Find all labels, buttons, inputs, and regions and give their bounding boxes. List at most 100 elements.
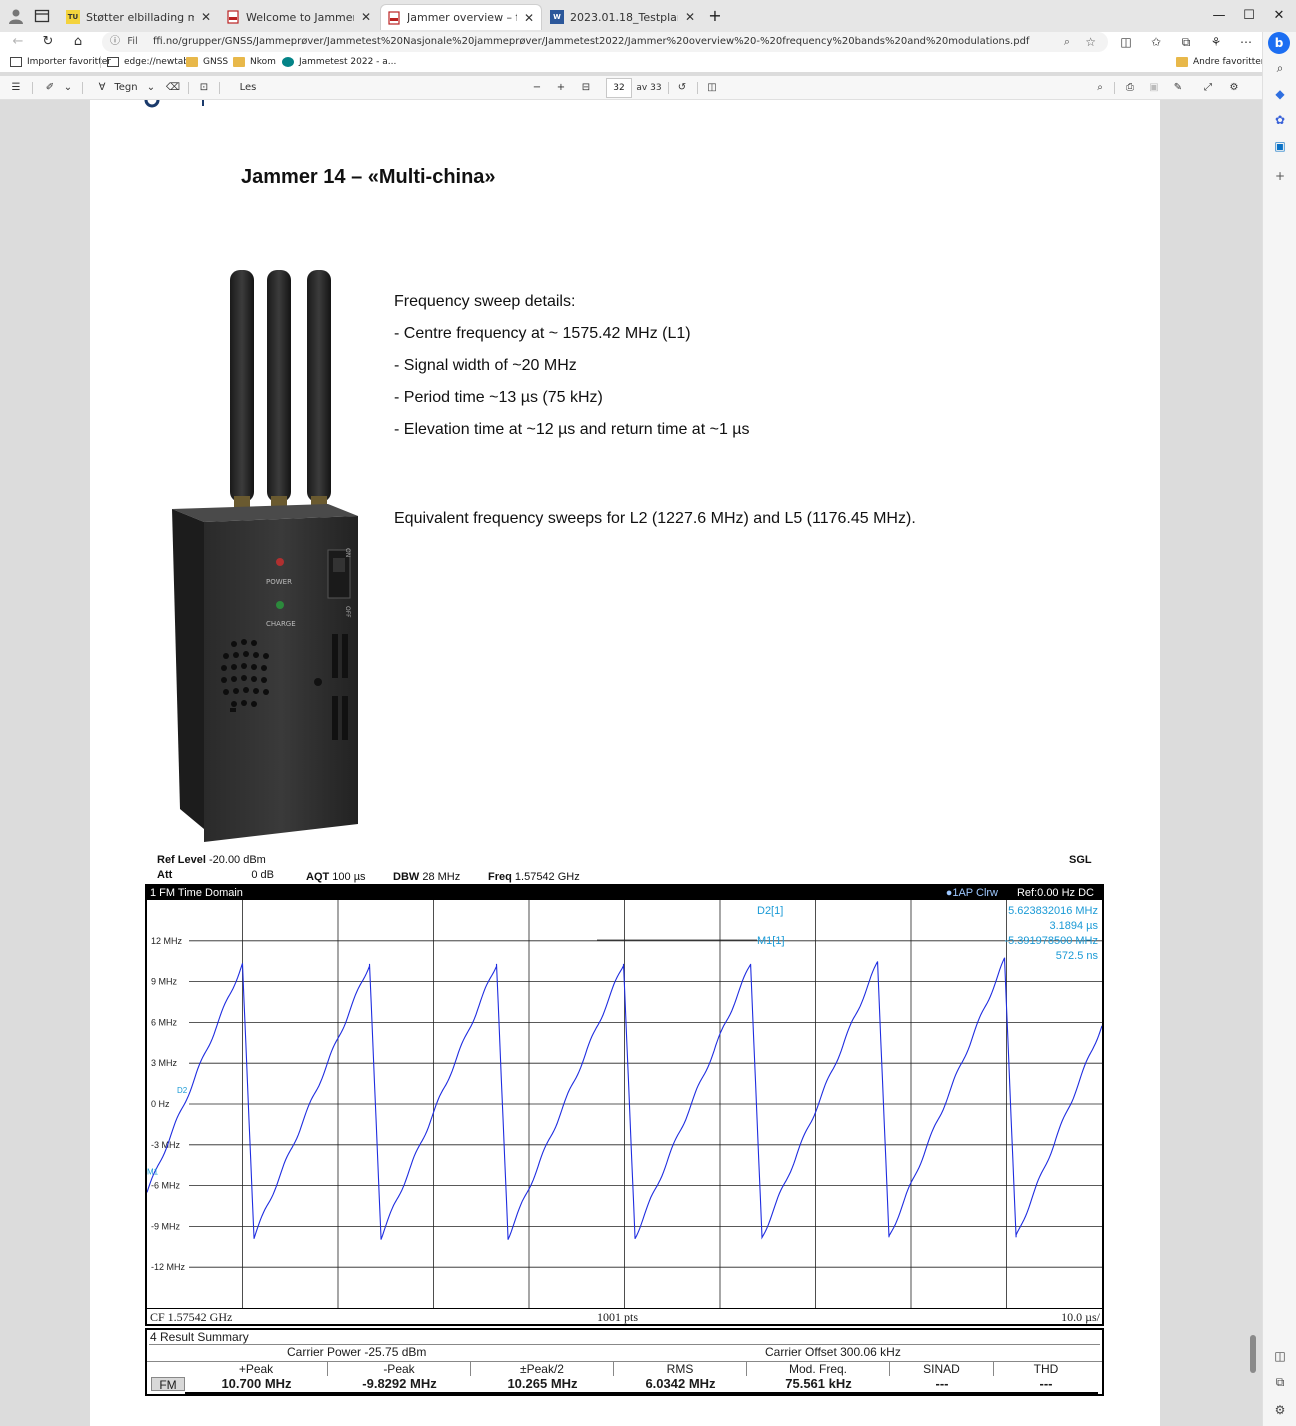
- page-view-icon[interactable]: ◫: [704, 76, 720, 100]
- tab-elbillading[interactable]: TU Støtter elbillading med solceller ✕: [60, 4, 218, 30]
- marker-value-time: 3.1894 µs: [1049, 920, 1098, 932]
- url-scheme: Fil: [127, 36, 138, 47]
- tab-title: Støtter elbillading med solceller: [86, 10, 194, 24]
- tab-testplan[interactable]: W 2023.01.18_Testplan for jammete ✕: [544, 4, 702, 30]
- external-link-icon[interactable]: ⧉: [1270, 1372, 1290, 1392]
- tab-welcome-pdf[interactable]: Welcome to Jammertest 2023.pdf ✕: [220, 4, 378, 30]
- column-header: ±Peak/2: [471, 1362, 614, 1376]
- column-header: Mod. Freq.: [747, 1362, 890, 1376]
- folder-icon: [186, 57, 198, 67]
- info-icon[interactable]: ⓘ: [110, 36, 120, 47]
- zoom-out-button[interactable]: −: [530, 76, 544, 100]
- minimize-button[interactable]: —: [1204, 6, 1234, 26]
- favorite-star-icon[interactable]: ☆: [1085, 32, 1096, 52]
- close-icon[interactable]: ✕: [200, 10, 212, 24]
- collections-icon[interactable]: ⧉: [1176, 32, 1196, 52]
- fav-newtab[interactable]: edge://newtab: [107, 55, 189, 69]
- save-icon[interactable]: ▣: [1146, 76, 1162, 100]
- close-icon[interactable]: ✕: [360, 10, 372, 24]
- settings-icon[interactable]: ⚙: [1226, 76, 1242, 100]
- close-icon[interactable]: ✕: [684, 10, 696, 24]
- att-value: 0 dB: [251, 869, 274, 881]
- divider: [185, 1392, 1098, 1394]
- split-screen-icon[interactable]: ◫: [1116, 32, 1136, 52]
- fav-nkom[interactable]: Nkom: [233, 55, 276, 69]
- contents-icon[interactable]: ☰: [8, 76, 24, 100]
- home-icon[interactable]: ⌂: [68, 32, 88, 52]
- zoom-in-button[interactable]: +: [554, 76, 568, 100]
- off-label: OFF: [344, 606, 351, 618]
- marker-m1-tag: M1: [147, 1168, 159, 1177]
- tools-icon[interactable]: ✿: [1270, 110, 1290, 130]
- text-icon[interactable]: ⊡: [196, 76, 212, 100]
- y-tick-label: -3 MHz: [151, 1140, 180, 1150]
- close-icon[interactable]: ✕: [523, 11, 535, 25]
- pdf-viewport[interactable]: Jammer 14 – «Multi-china» POWER CHARGE O…: [0, 100, 1262, 1426]
- url-field[interactable]: ⓘ Fil ffi.no/grupper/GNSS/Jammeprøver/Ja…: [102, 32, 1108, 52]
- favorites-bar: Importer favoritter edge://newtab GNSS N…: [0, 52, 1265, 72]
- eraser-icon[interactable]: ⌫: [165, 76, 181, 100]
- dbw-readout: DBW 28 MHz: [393, 871, 460, 883]
- equivalent-sweeps-note: Equivalent frequency sweeps for L2 (1227…: [394, 510, 916, 527]
- page-number-input[interactable]: 32: [606, 78, 632, 98]
- read-aloud-button[interactable]: Les høyt: [228, 76, 268, 117]
- fit-page-icon[interactable]: ⊟: [578, 76, 594, 100]
- extensions-icon[interactable]: ⚘: [1206, 32, 1226, 52]
- column-header: -Peak: [328, 1362, 471, 1376]
- value-peak-half: 10.265 MHz: [507, 1376, 578, 1391]
- ref-info: Ref:0.00 Hz DC: [1016, 887, 1094, 899]
- sweep-details: Frequency sweep details: - Centre freque…: [394, 286, 750, 446]
- zoom-icon[interactable]: ⌕: [1064, 32, 1070, 52]
- save-as-icon[interactable]: ✎: [1170, 76, 1186, 100]
- folder-icon: [233, 57, 245, 67]
- print-icon[interactable]: ⎙: [1122, 76, 1138, 100]
- fav-label: GNSS: [203, 57, 229, 67]
- search-icon[interactable]: ⌕: [1270, 58, 1290, 78]
- logo-fragment: [144, 100, 204, 108]
- close-window-button[interactable]: ✕: [1264, 6, 1294, 26]
- divider: [100, 56, 101, 68]
- favorites-icon[interactable]: ✩: [1146, 32, 1166, 52]
- rotate-icon[interactable]: ↺: [674, 76, 690, 100]
- value-rms: 6.0342 MHz: [645, 1376, 716, 1391]
- add-icon[interactable]: +: [1270, 166, 1290, 186]
- fav-gnss[interactable]: GNSS: [186, 55, 228, 69]
- att-label: Att: [157, 869, 173, 881]
- y-tick-label: -6 MHz: [151, 1181, 180, 1191]
- outlook-icon[interactable]: ▣: [1270, 136, 1290, 156]
- settings-icon[interactable]: ⚙: [1270, 1400, 1290, 1420]
- draw-icon[interactable]: ∀: [94, 76, 110, 100]
- profile-icon[interactable]: [8, 8, 24, 24]
- search-icon[interactable]: ⌕: [1092, 76, 1108, 100]
- new-tab-button[interactable]: +: [706, 6, 724, 26]
- draw-button[interactable]: Tegn: [114, 76, 138, 100]
- marker-name: D2[1]: [757, 905, 783, 917]
- bing-chat-icon[interactable]: b: [1268, 32, 1290, 54]
- back-arrow-icon[interactable]: ←: [8, 32, 28, 52]
- freq-readout: Freq 1.57542 GHz: [488, 871, 580, 883]
- tab-title: Welcome to Jammertest 2023.pdf: [246, 10, 354, 24]
- freq-value: 1.57542 GHz: [514, 871, 580, 883]
- fav-other[interactable]: Andre favoritter: [1176, 55, 1265, 69]
- detail-line: Frequency sweep details:: [394, 293, 576, 310]
- tab-jammer-overview[interactable]: Jammer overview – frequency ba ✕: [380, 4, 542, 30]
- result-summary: 4 Result Summary Carrier Power -25.75 dB…: [145, 1328, 1104, 1396]
- tab-actions-icon[interactable]: [34, 8, 50, 24]
- divider: [219, 82, 220, 94]
- refresh-icon[interactable]: ↻: [38, 32, 58, 52]
- sidebar-layout-icon[interactable]: ◫: [1270, 1346, 1290, 1366]
- shopping-icon[interactable]: ◆: [1270, 84, 1290, 104]
- fav-jammetest[interactable]: Jammetest 2022 - a...: [282, 55, 396, 69]
- detail-line: - Centre frequency at ~ 1575.42 MHz (L1): [394, 325, 691, 342]
- jammer-device-image: POWER CHARGE ON OFF: [172, 270, 358, 842]
- fav-import[interactable]: Importer favoritter: [10, 55, 111, 69]
- chevron-down-icon[interactable]: ⌄: [145, 76, 157, 100]
- highlight-icon[interactable]: ✐: [42, 76, 58, 100]
- fullscreen-icon[interactable]: ⤢: [1200, 76, 1216, 100]
- more-menu-icon[interactable]: ⋯: [1236, 32, 1256, 52]
- vertical-scrollbar[interactable]: [1250, 1335, 1256, 1373]
- chevron-down-icon[interactable]: ⌄: [62, 76, 74, 100]
- tab-strip: TU Støtter elbillading med solceller ✕ W…: [0, 0, 1296, 32]
- edge-sidebar: b ⌕ ◆ ✿ ▣ + ◫ ⧉ ⚙: [1262, 32, 1296, 1426]
- maximize-button[interactable]: ☐: [1234, 6, 1264, 26]
